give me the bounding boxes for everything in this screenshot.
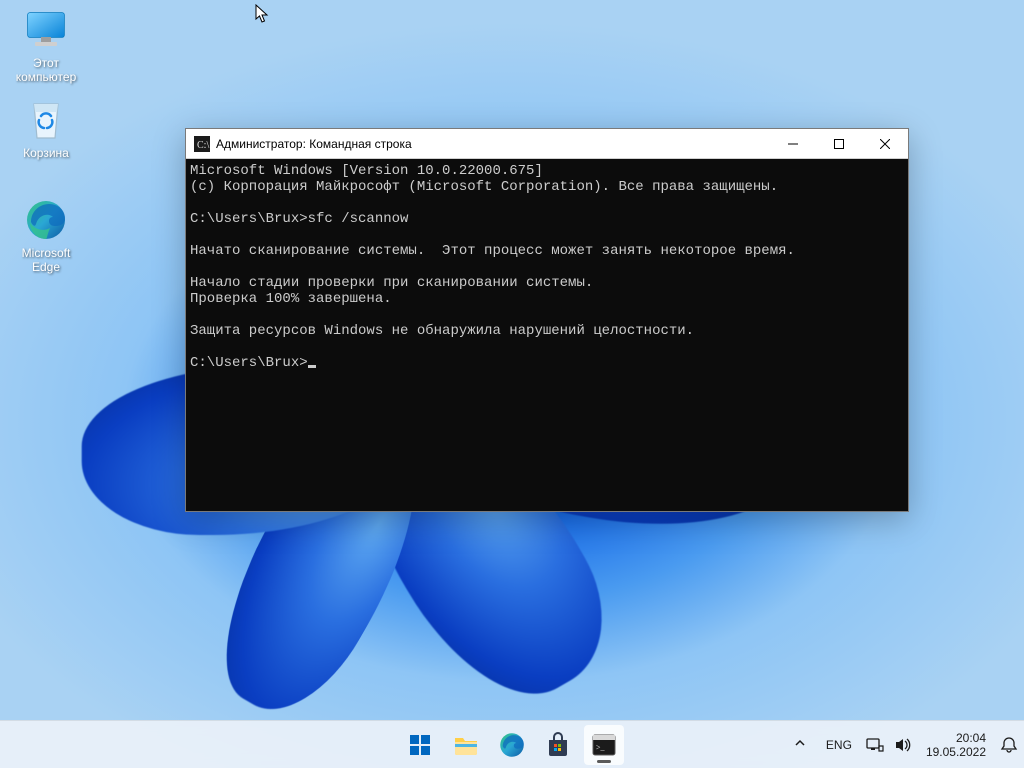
taskbar-center: >_ — [400, 721, 624, 768]
recycle-bin-icon — [24, 98, 68, 142]
edge-icon — [24, 198, 68, 242]
terminal-output[interactable]: Microsoft Windows [Version 10.0.22000.67… — [186, 159, 908, 511]
command-prompt-icon: >_ — [592, 734, 616, 756]
tray-overflow-button[interactable] — [788, 731, 812, 758]
desktop-icon-recycle-bin[interactable]: Корзина — [8, 98, 84, 160]
windows-logo-icon — [408, 733, 432, 757]
desktop-icon-label: Корзина — [8, 146, 84, 160]
edge-icon — [499, 732, 525, 758]
mouse-cursor — [255, 4, 269, 24]
chevron-up-icon — [794, 737, 806, 749]
monitor-icon — [24, 8, 68, 52]
desktop-icon-edge[interactable]: MicrosoftEdge — [8, 198, 84, 274]
store-icon — [545, 732, 571, 758]
notification-icon — [1000, 736, 1018, 754]
taskbar-microsoft-store[interactable] — [538, 725, 578, 765]
language-indicator[interactable]: ENG — [822, 734, 856, 756]
titlebar[interactable]: C:\ Администратор: Командная строка — [186, 129, 908, 159]
system-tray: ENG 20:04 19.05.2022 — [788, 721, 1018, 768]
taskbar-file-explorer[interactable] — [446, 725, 486, 765]
desktop-icon-this-pc[interactable]: Этоткомпьютер — [8, 8, 84, 84]
svg-text:C:\: C:\ — [197, 140, 209, 151]
volume-icon[interactable] — [894, 737, 912, 753]
taskbar-clock[interactable]: 20:04 19.05.2022 — [922, 727, 990, 763]
clock-time: 20:04 — [926, 731, 986, 745]
svg-text:>_: >_ — [596, 743, 606, 752]
window-title: Администратор: Командная строка — [216, 137, 412, 151]
network-icon[interactable] — [866, 737, 884, 753]
clock-date: 19.05.2022 — [926, 745, 986, 759]
desktop-icon-label: MicrosoftEdge — [8, 246, 84, 274]
taskbar-command-prompt[interactable]: >_ — [584, 725, 624, 765]
minimize-button[interactable] — [770, 129, 816, 159]
notifications-button[interactable] — [1000, 736, 1018, 754]
maximize-button[interactable] — [816, 129, 862, 159]
start-button[interactable] — [400, 725, 440, 765]
file-explorer-icon — [453, 733, 479, 757]
close-button[interactable] — [862, 129, 908, 159]
desktop-icon-label: Этоткомпьютер — [8, 56, 84, 84]
command-prompt-window[interactable]: C:\ Администратор: Командная строка Micr… — [185, 128, 909, 512]
taskbar: >_ ENG 20:04 19.05.2022 — [0, 720, 1024, 768]
taskbar-edge[interactable] — [492, 725, 532, 765]
command-prompt-icon: C:\ — [194, 136, 210, 152]
